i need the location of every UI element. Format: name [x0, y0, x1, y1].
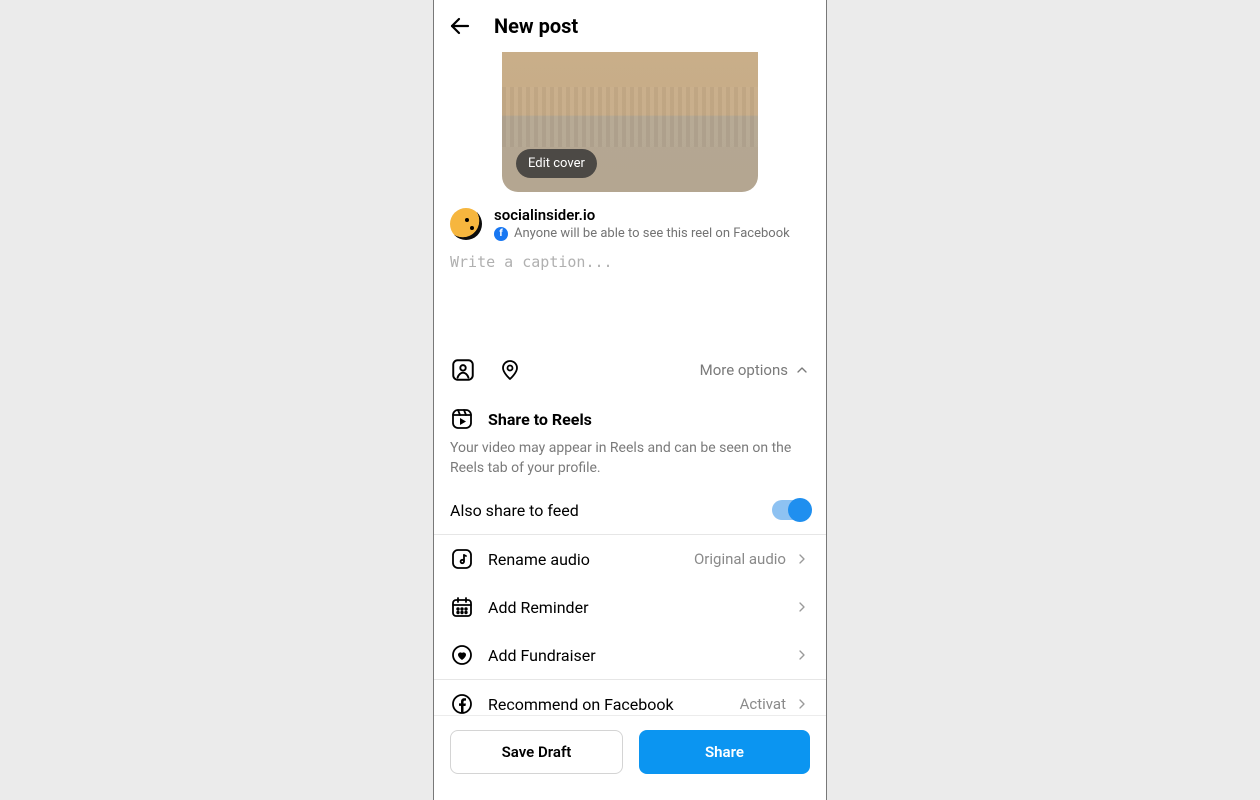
chevron-right-icon [794, 647, 810, 663]
calendar-icon [450, 595, 474, 619]
also-share-to-feed-row: Also share to feed [434, 486, 826, 535]
rename-audio-row[interactable]: Rename audio Original audio [434, 535, 826, 583]
avatar[interactable] [450, 208, 482, 240]
audio-icon [450, 547, 474, 571]
page-title: New post [494, 14, 578, 38]
caption-input[interactable] [434, 245, 826, 349]
share-to-reels-title: Share to Reels [488, 410, 592, 429]
add-fundraiser-label: Add Fundraiser [488, 646, 596, 665]
reels-icon [450, 407, 474, 431]
share-to-reels-section: Share to Reels Your video may appear in … [434, 395, 826, 486]
share-button[interactable]: Share [639, 730, 810, 774]
add-reminder-label: Add Reminder [488, 598, 588, 617]
more-options-button[interactable]: More options [700, 361, 810, 379]
edit-cover-button[interactable]: Edit cover [516, 149, 597, 178]
facebook-icon: f [494, 227, 508, 241]
also-share-to-feed-label: Also share to feed [450, 501, 579, 520]
add-reminder-row[interactable]: Add Reminder [434, 583, 826, 631]
back-icon[interactable] [448, 14, 472, 38]
content-area: Edit cover socialinsider.io f Anyone wil… [434, 52, 826, 715]
recommend-on-facebook-value: Activat [740, 695, 786, 713]
author-row: socialinsider.io f Anyone will be able t… [434, 192, 826, 245]
facebook-circle-icon [450, 692, 474, 715]
add-fundraiser-row[interactable]: Add Fundraiser [434, 631, 826, 680]
tag-people-icon[interactable] [450, 357, 476, 383]
chevron-up-icon [794, 362, 810, 378]
cover-preview-wrap: Edit cover [434, 52, 826, 192]
header: New post [434, 0, 826, 52]
rename-audio-value: Original audio [694, 550, 786, 568]
more-options-label: More options [700, 361, 788, 379]
share-to-reels-description: Your video may appear in Reels and can b… [450, 439, 810, 478]
chevron-right-icon [794, 599, 810, 615]
visibility-text: Anyone will be able to see this reel on … [514, 226, 790, 241]
also-share-to-feed-toggle[interactable] [772, 500, 810, 520]
username: socialinsider.io [494, 206, 810, 224]
chevron-right-icon [794, 551, 810, 567]
options-row: More options [434, 353, 826, 395]
new-post-screen: New post Edit cover socialinsider.io f A… [433, 0, 827, 800]
location-icon[interactable] [498, 358, 522, 382]
chevron-right-icon [794, 696, 810, 712]
save-draft-button[interactable]: Save Draft [450, 730, 623, 774]
rename-audio-label: Rename audio [488, 550, 590, 569]
footer: Save Draft Share [434, 715, 826, 800]
recommend-on-facebook-label: Recommend on Facebook [488, 695, 674, 714]
toggle-knob [788, 498, 812, 522]
cover-preview[interactable]: Edit cover [502, 52, 758, 192]
fundraiser-icon [450, 643, 474, 667]
recommend-on-facebook-row[interactable]: Recommend on Facebook Activat [434, 680, 826, 715]
